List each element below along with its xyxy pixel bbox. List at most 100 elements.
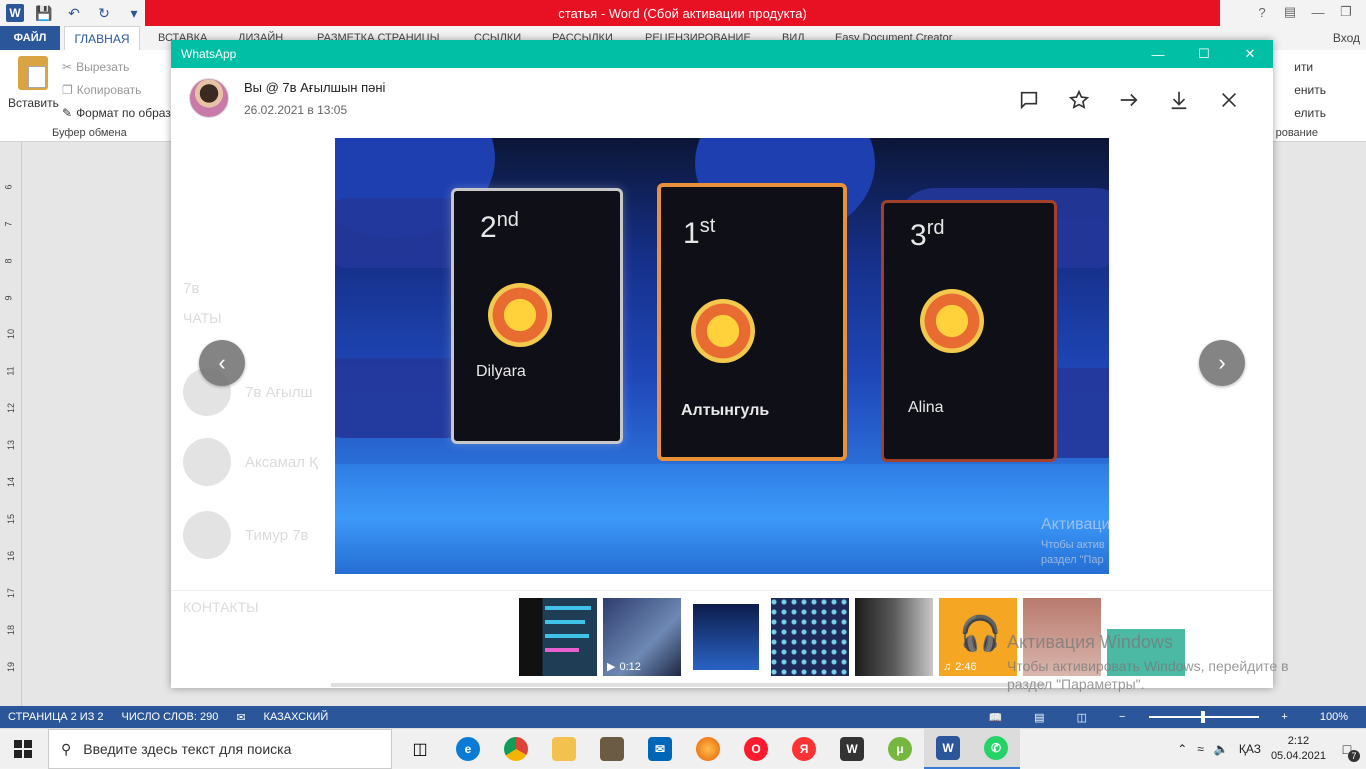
zoom-in-icon[interactable]: + [1281, 711, 1287, 723]
photo-activation-overlay-text: Чтобы актив раздел "Пар [1041, 538, 1105, 568]
restore-icon[interactable]: ❐ [1332, 2, 1360, 22]
tank-game-icon: W [840, 737, 864, 761]
star-icon [1068, 89, 1090, 109]
ruler-number: 10 [6, 328, 17, 340]
rank-suffix: st [699, 215, 716, 237]
edge-button[interactable]: e [444, 729, 492, 769]
word-count[interactable]: ЧИСЛО СЛОВ: 290 [122, 711, 219, 723]
ribbon-display-icon[interactable]: ▤ [1276, 2, 1304, 22]
media-photo[interactable]: 2nd Dilyara 1st Алтынгуль 3rd Alina Акти… [335, 138, 1109, 574]
tab-home[interactable]: ГЛАВНАЯ [64, 26, 140, 50]
clock[interactable]: 2:12 05.04.2021 [1271, 734, 1326, 764]
media-thumbnail-selected[interactable] [685, 596, 767, 678]
find-button[interactable]: ити [1294, 56, 1326, 79]
yandex-button[interactable]: Я [780, 729, 828, 769]
maximize-icon[interactable]: ☐ [1181, 40, 1227, 68]
message-timestamp: 26.02.2021 в 13:05 [244, 103, 348, 117]
folder-icon [552, 737, 576, 761]
ghost-chat: Аксамал Қ [183, 438, 318, 486]
media-thumbnail-audio[interactable]: 🎧 ♫ 2:46 [939, 598, 1017, 676]
avatar[interactable] [189, 78, 229, 118]
notification-center-button[interactable]: □ 7 [1336, 738, 1360, 762]
task-view-button[interactable]: ◫ [396, 729, 444, 769]
paste-button[interactable]: Вставить [8, 56, 59, 110]
chrome-icon [504, 737, 528, 761]
close-viewer-button[interactable] [1215, 86, 1243, 114]
file-explorer-button[interactable] [540, 729, 588, 769]
media-thumbnail[interactable] [519, 598, 597, 676]
read-mode-icon[interactable]: 📖 [988, 711, 1002, 724]
ruler-number: 15 [6, 513, 17, 525]
opera-button[interactable]: O [732, 729, 780, 769]
photo-overlay-line: раздел "Пар [1041, 554, 1104, 566]
tanks-game-button[interactable]: W [828, 729, 876, 769]
media-thumbnail[interactable] [855, 598, 933, 676]
customize-qat-icon[interactable]: ▾ [124, 3, 144, 23]
page-count[interactable]: СТРАНИЦА 2 ИЗ 2 [8, 711, 104, 723]
rank-suffix: nd [496, 209, 519, 231]
cut-button[interactable]: ✂ Вырезать [62, 56, 184, 79]
star-button[interactable] [1065, 86, 1093, 114]
chevron-up-icon[interactable]: ⌃ [1177, 742, 1187, 756]
undo-icon[interactable]: ↶ [64, 3, 84, 23]
input-language[interactable]: ҚАЗ [1239, 742, 1261, 756]
previous-media-button[interactable]: ‹ [199, 340, 245, 386]
word-status-bar: СТРАНИЦА 2 ИЗ 2 ЧИСЛО СЛОВ: 290 ✉ КАЗАХС… [0, 706, 1366, 728]
photo-overlay-line: Чтобы актив [1041, 539, 1105, 551]
speaker-icon[interactable]: 🔈 [1214, 742, 1229, 756]
close-icon[interactable]: ✕ [1227, 40, 1273, 68]
zoom-slider-thumb[interactable] [1201, 711, 1206, 723]
headphones-small-icon: ♫ [943, 661, 952, 673]
taskbar-search[interactable]: ⚲ Введите здесь текст для поиска [48, 729, 392, 769]
redo-icon[interactable]: ↻ [94, 3, 114, 23]
media-thumbnail[interactable] [771, 598, 849, 676]
forward-button[interactable] [1115, 86, 1143, 114]
document-language[interactable]: КАЗАХСКИЙ [264, 711, 329, 723]
whatsapp-window: WhatsApp — ☐ ✕ 7в ЧАТЫ 7в Ағылш Аксамал … [171, 40, 1273, 688]
network-icon[interactable]: ≈ [1197, 742, 1204, 756]
ghost-section: КОНТАКТЫ [183, 599, 259, 615]
download-icon [1171, 91, 1187, 110]
tab-file[interactable]: ФАЙЛ [0, 26, 60, 50]
minimize-icon[interactable]: — [1135, 40, 1181, 68]
web-layout-icon[interactable]: ◫ [1077, 711, 1087, 724]
replace-button[interactable]: енить [1294, 79, 1326, 102]
media-thumbnail-video[interactable]: ▶ 0:12 [603, 598, 681, 676]
go-to-message-button[interactable] [1015, 86, 1043, 114]
sign-in-link[interactable]: Вход [1333, 26, 1366, 50]
mail-button[interactable]: ✉ [636, 729, 684, 769]
print-layout-icon[interactable]: ▤ [1034, 711, 1044, 724]
vertical-ruler: 6 7 8 9 10 11 12 13 14 15 16 17 18 19 [0, 142, 22, 706]
proofing-icon[interactable]: ✉ [236, 711, 245, 724]
thumbnail-bar [545, 620, 585, 624]
duration-label: 0:12 [619, 660, 641, 673]
yandex-icon: Я [792, 737, 816, 761]
zoom-level[interactable]: 100% [1320, 711, 1348, 723]
minimize-icon[interactable]: — [1304, 2, 1332, 22]
start-button[interactable] [14, 740, 32, 758]
duration-label: 2:46 [955, 661, 977, 673]
avatar [183, 438, 231, 486]
help-icon[interactable]: ? [1248, 2, 1276, 22]
format-painter-button[interactable]: ✎ Формат по образцу [62, 102, 184, 125]
horizontal-scrollbar[interactable] [331, 683, 1045, 687]
ghost-chat: Тимур 7в [183, 511, 309, 559]
next-media-button[interactable]: › [1199, 340, 1245, 386]
firefox-button[interactable] [684, 729, 732, 769]
sender-name: Вы @ 7в Ағылшын пәні [244, 80, 386, 95]
zoom-slider[interactable] [1149, 711, 1260, 723]
podium-card-3rd: 3rd Alina [881, 200, 1057, 462]
select-button[interactable]: елить [1294, 102, 1326, 125]
copy-button[interactable]: ❐ Копировать [62, 79, 184, 102]
game-app-button[interactable] [588, 729, 636, 769]
utorrent-button[interactable]: μ [876, 729, 924, 769]
word-taskbar-button[interactable]: W [924, 729, 972, 769]
copy-icon: ❐ [62, 83, 73, 97]
activation-line: раздел "Параметры". [1007, 676, 1145, 692]
clipboard-group-label: Буфер обмена [52, 127, 127, 139]
download-button[interactable] [1165, 86, 1193, 114]
chrome-button[interactable] [492, 729, 540, 769]
whatsapp-taskbar-button[interactable]: ✆ [972, 729, 1020, 769]
save-icon[interactable]: 💾 [34, 3, 54, 23]
zoom-out-icon[interactable]: − [1119, 711, 1125, 723]
